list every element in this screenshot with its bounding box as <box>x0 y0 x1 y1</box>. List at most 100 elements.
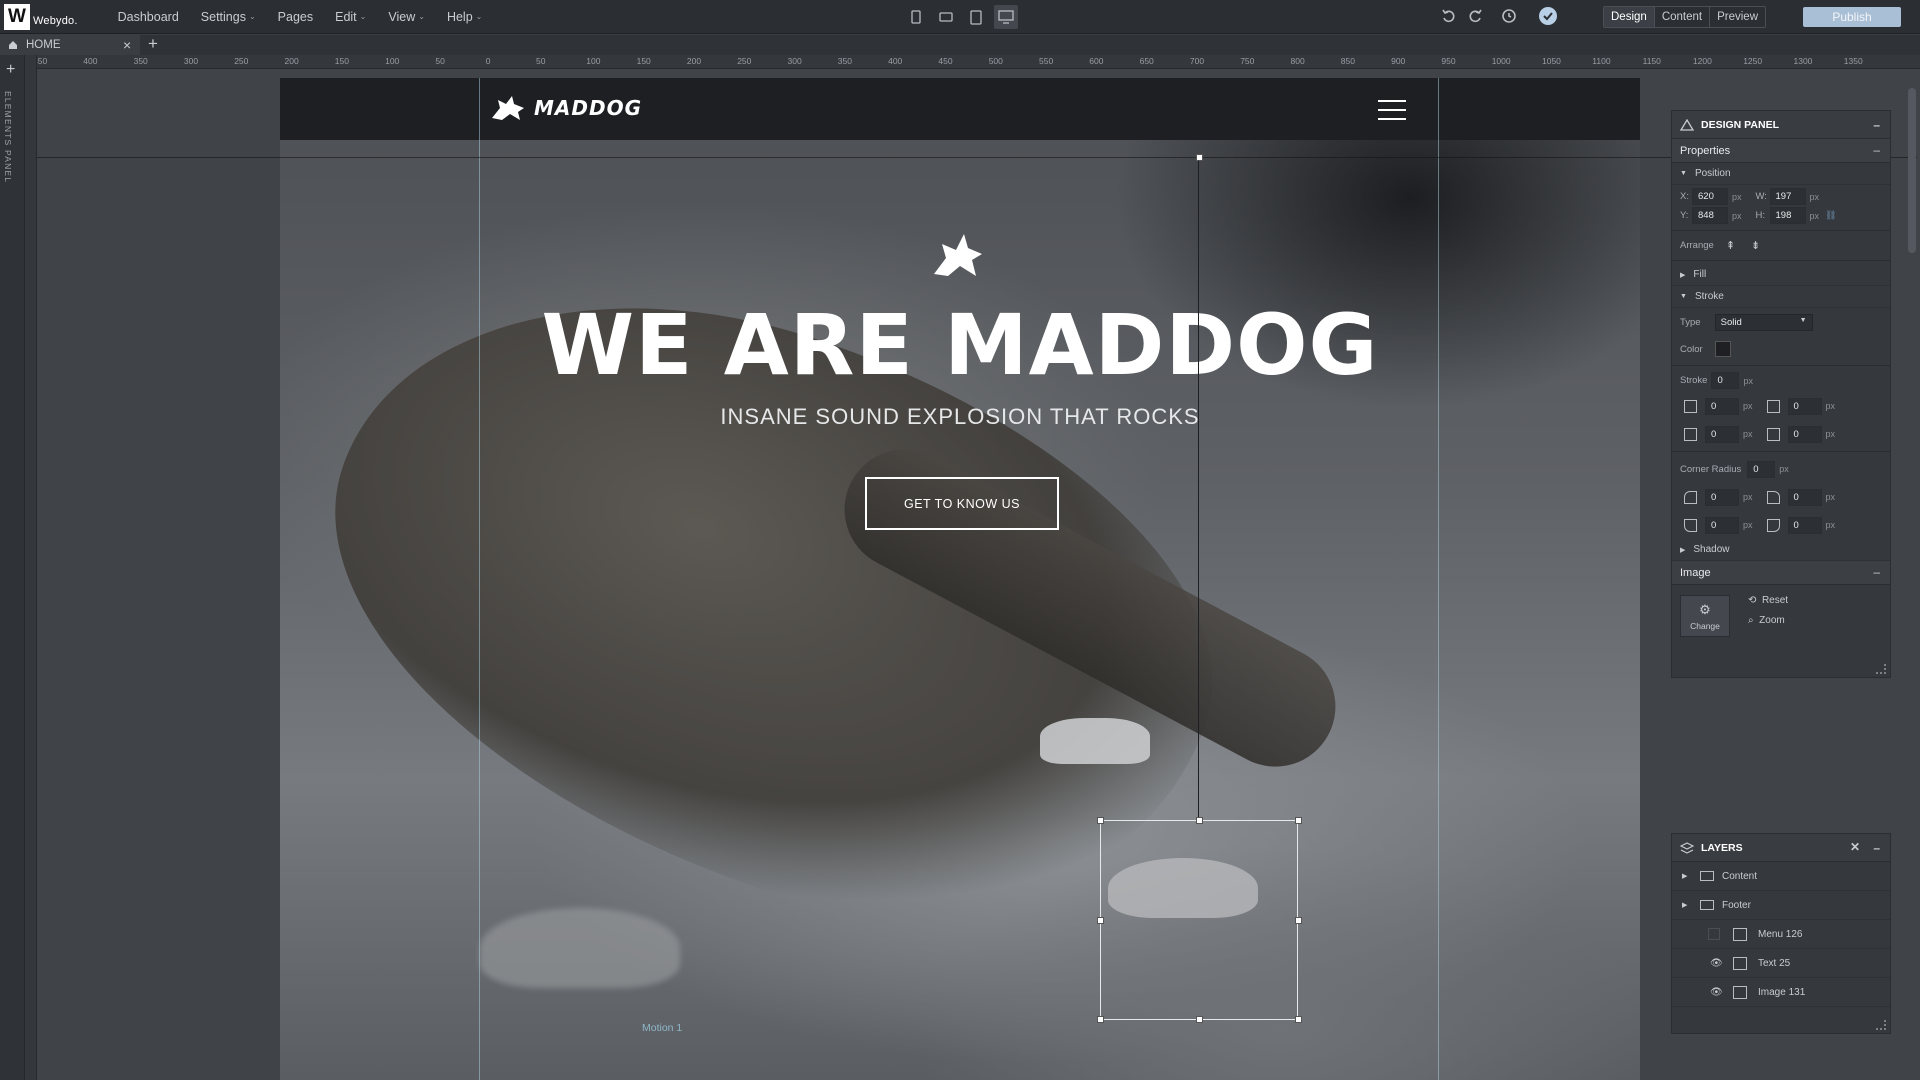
stroke-color-swatch[interactable] <box>1714 341 1731 357</box>
resize-handle[interactable] <box>1097 1016 1104 1023</box>
menu-settings[interactable]: Settings ⌄ <box>201 10 256 24</box>
layer-image-131[interactable]: 👁 Image 131 <box>1672 978 1890 1007</box>
webydo-logo[interactable]: W <box>4 3 30 30</box>
x-input[interactable]: 620 <box>1692 188 1728 205</box>
stroke-width-input[interactable]: 0 <box>1711 372 1740 389</box>
corner-top-left-input[interactable]: 0 <box>1705 488 1739 506</box>
desktop-icon[interactable] <box>994 5 1018 29</box>
resize-handle[interactable] <box>1196 1016 1203 1023</box>
redo-icon[interactable] <box>1467 8 1483 24</box>
corner-radius-input[interactable]: 0 <box>1747 460 1776 478</box>
menu-dashboard[interactable]: Dashboard <box>118 10 179 24</box>
add-page-icon[interactable]: + <box>148 34 158 54</box>
corner-top-right-input[interactable]: 0 <box>1787 488 1822 506</box>
menu-view[interactable]: View ⌄ <box>388 10 425 24</box>
resize-grip-icon[interactable] <box>1876 664 1886 674</box>
stroke-right-input[interactable]: 0 <box>1787 397 1822 415</box>
resize-handle[interactable] <box>1295 817 1302 824</box>
zoom-button[interactable]: ⌕ Zoom <box>1748 615 1788 626</box>
menu-pages[interactable]: Pages <box>278 10 313 24</box>
mobile-portrait-icon[interactable] <box>904 5 928 29</box>
site-brand[interactable]: MADDOG <box>490 94 642 122</box>
layer-footer[interactable]: ▶ Footer <box>1672 891 1890 920</box>
undo-icon[interactable] <box>1441 8 1457 24</box>
resize-grip-icon[interactable] <box>1876 1020 1886 1030</box>
collapse-icon[interactable]: – <box>1873 143 1880 157</box>
hamburger-menu-icon[interactable] <box>1378 100 1406 120</box>
menu-help[interactable]: Help ⌄ <box>447 10 482 24</box>
reset-button[interactable]: ⟲ Reset <box>1748 595 1788 606</box>
triangle-down-icon: ▼ <box>1680 170 1687 177</box>
hero-title[interactable]: WE ARE MADDOG <box>280 296 1640 394</box>
horizontal-ruler[interactable]: 450 400 350 300 250 200 150 100 50 0 50 100 150 200 25… <box>25 55 1920 69</box>
lock-ratio-icon[interactable]: ⛓ <box>1825 210 1836 221</box>
collapse-icon[interactable]: – <box>1873 565 1880 579</box>
send-backward-icon[interactable]: ⇟ <box>1751 239 1760 252</box>
tablet-icon[interactable] <box>964 5 988 29</box>
y-input[interactable]: 848 <box>1692 207 1728 224</box>
design-panel-header[interactable]: DESIGN PANEL – <box>1672 111 1890 139</box>
vertical-scrollbar[interactable] <box>1908 88 1916 253</box>
triangle-right-icon[interactable]: ▶ <box>1682 901 1687 909</box>
collapse-icon[interactable]: – <box>1873 841 1880 855</box>
stroke-top-input[interactable]: 0 <box>1787 425 1822 443</box>
bring-forward-icon[interactable]: ⇞ <box>1726 239 1735 252</box>
selected-image-frame[interactable] <box>1100 820 1298 1020</box>
image-header[interactable]: Image – <box>1672 561 1890 585</box>
menu-edit[interactable]: Edit ⌄ <box>335 10 366 24</box>
ruler-tick-label: 50 <box>536 56 546 66</box>
get-to-know-us-button[interactable]: GET TO KNOW US <box>865 477 1059 530</box>
corner-bottom-right-input[interactable]: 0 <box>1787 516 1822 534</box>
publish-button[interactable]: Publish <box>1803 7 1901 27</box>
elements-panel-label[interactable]: ELEMENTS PANEL <box>3 91 13 183</box>
site-page[interactable]: MADDOG WE ARE MADDOG INSANE SOUND EXPLOS… <box>280 78 1640 1080</box>
device-switcher <box>904 5 1018 29</box>
resize-handle[interactable] <box>1295 917 1302 924</box>
properties-header[interactable]: Properties – <box>1672 139 1890 163</box>
stroke-type-select[interactable]: Solid ▼ <box>1714 313 1813 331</box>
resize-handle[interactable] <box>1097 817 1104 824</box>
close-icon[interactable]: ✕ <box>1850 840 1860 854</box>
mixer-knob-blurred <box>480 908 680 988</box>
resize-handle[interactable] <box>1295 1016 1302 1023</box>
w-input[interactable]: 197 <box>1769 188 1806 205</box>
stroke-left-input[interactable]: 0 <box>1705 397 1739 415</box>
corner-bottom-left-input[interactable]: 0 <box>1705 516 1739 534</box>
h-input[interactable]: 198 <box>1769 207 1806 224</box>
history-icon[interactable] <box>1501 8 1517 24</box>
site-header[interactable]: MADDOG <box>280 78 1640 140</box>
mobile-landscape-icon[interactable] <box>934 5 958 29</box>
chevron-down-icon: ⌄ <box>418 12 425 21</box>
position-section[interactable]: ▼ Position <box>1672 163 1890 185</box>
stroke-section[interactable]: ▼ Stroke <box>1672 286 1890 308</box>
mixer-knob <box>1040 718 1150 764</box>
shadow-section[interactable]: ▶ Shadow <box>1672 539 1890 561</box>
layer-menu-126[interactable]: Menu 126 <box>1672 920 1890 949</box>
anchor-handle[interactable] <box>1196 154 1203 161</box>
mode-content[interactable]: Content <box>1655 7 1711 27</box>
layer-content[interactable]: ▶ Content <box>1672 862 1890 891</box>
fill-section[interactable]: ▶ Fill <box>1672 264 1890 286</box>
image-side-actions: ⟲ Reset ⌕ Zoom <box>1748 595 1788 626</box>
eye-icon[interactable]: 👁 <box>1710 958 1723 969</box>
mode-design[interactable]: Design <box>1604 7 1655 27</box>
add-element-icon[interactable]: + <box>6 61 15 79</box>
motion-label[interactable]: Motion 1 <box>642 1022 682 1034</box>
tab-home[interactable]: HOME <box>0 35 140 55</box>
stroke-bottom-input[interactable]: 0 <box>1705 425 1739 443</box>
mode-preview[interactable]: Preview <box>1710 7 1765 27</box>
layer-text-25[interactable]: 👁 Text 25 <box>1672 949 1890 978</box>
visibility-toggle[interactable] <box>1708 928 1720 940</box>
collapse-icon[interactable]: – <box>1873 118 1880 132</box>
change-image-button[interactable]: ⚙ Change <box>1680 595 1730 637</box>
design-panel-title: DESIGN PANEL <box>1701 118 1779 131</box>
close-icon[interactable]: × <box>123 37 131 53</box>
check-icon[interactable] <box>1539 7 1557 25</box>
hero-subtitle[interactable]: INSANE SOUND EXPLOSION THAT ROCKS <box>280 404 1640 430</box>
resize-handle[interactable] <box>1196 817 1203 824</box>
eye-icon[interactable]: 👁 <box>1710 987 1723 998</box>
resize-handle[interactable] <box>1097 917 1104 924</box>
vertical-ruler[interactable] <box>25 55 37 1080</box>
layers-header[interactable]: LAYERS ✕ – <box>1672 834 1890 862</box>
triangle-right-icon[interactable]: ▶ <box>1682 872 1687 880</box>
